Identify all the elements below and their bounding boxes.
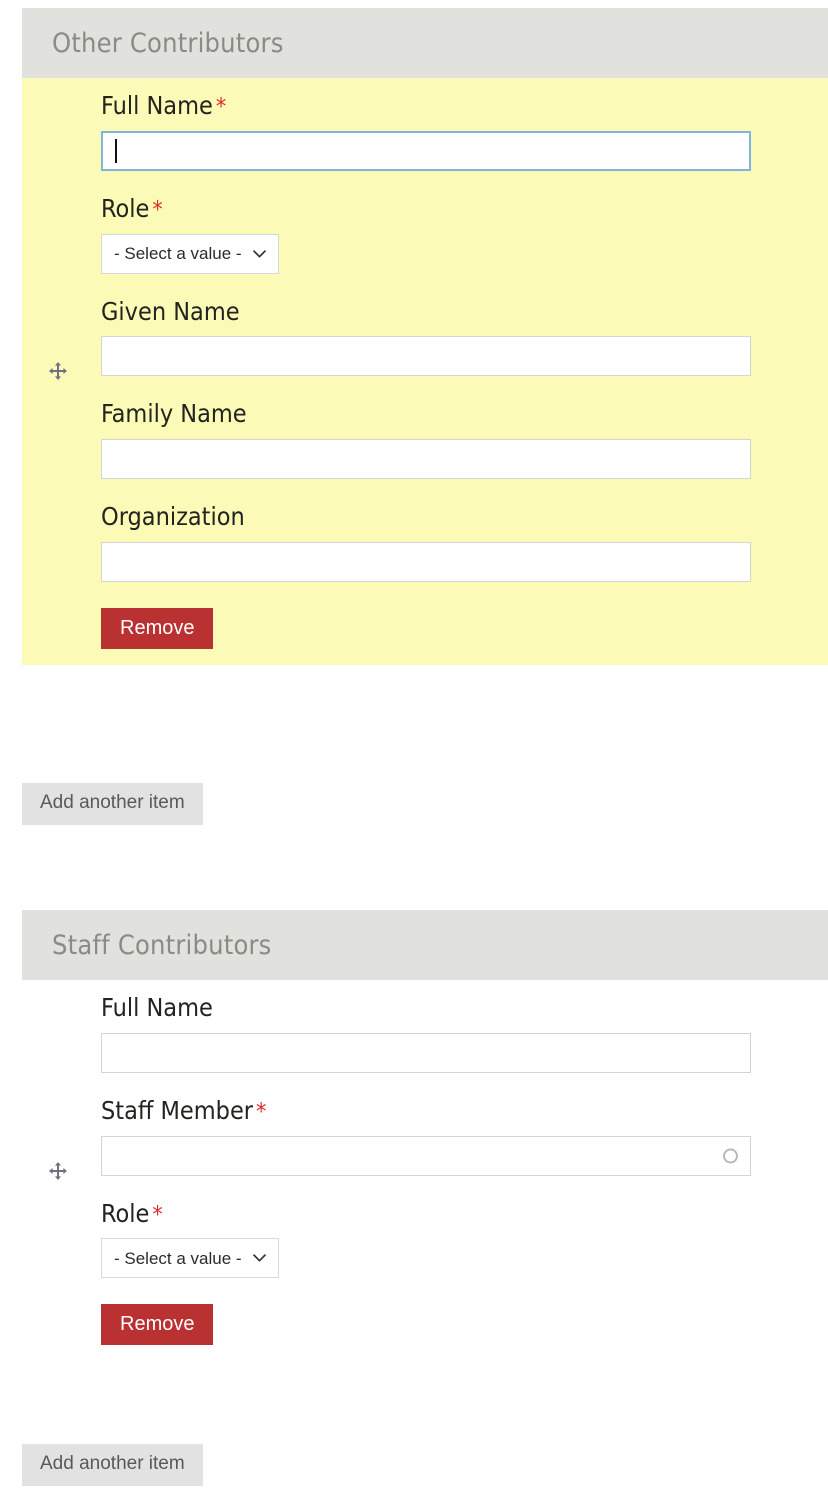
- drag-cell: [22, 78, 101, 665]
- label-staff-full-name: Full Name: [101, 992, 751, 1024]
- remove-button[interactable]: Remove: [101, 1304, 214, 1346]
- staff-member-autocomplete-input[interactable]: [101, 1135, 751, 1176]
- label-text: Organization: [101, 502, 245, 531]
- add-another-item-button-other-contributors[interactable]: Add another item: [22, 783, 203, 825]
- group-header-staff-contributors: Staff Contributors: [22, 910, 828, 980]
- staff-full-name-input[interactable]: [101, 1032, 751, 1073]
- form-item-role: Role * - Select a value -: [101, 193, 751, 274]
- fields-cell: Full Name * Role * - Select a value - Gi…: [101, 78, 828, 665]
- label-text: Role: [101, 1198, 150, 1228]
- field-group-staff-contributors: Staff Contributors Full Name Staff Membe…: [22, 910, 828, 1362]
- form-item-given-name: Given Name: [101, 296, 751, 377]
- move-handle-icon[interactable]: [48, 1161, 68, 1181]
- role-select[interactable]: - Select a value -: [101, 233, 279, 274]
- form-item-staff-member: Staff Member *: [101, 1095, 751, 1176]
- staff-contributor-item-row: Full Name Staff Member * Role * - Select a…: [22, 980, 828, 1362]
- move-handle-icon[interactable]: [48, 361, 68, 381]
- form-item-full-name: Full Name *: [101, 90, 751, 171]
- label-text: Full Name: [101, 993, 213, 1022]
- form-item-staff-role: Role * - Select a value -: [101, 1198, 751, 1279]
- label-text: Family Name: [101, 399, 247, 429]
- group-header-other-contributors: Other Contributors: [22, 8, 828, 78]
- group-title: Staff Contributors: [52, 929, 272, 961]
- full-name-input-wrap: [101, 130, 751, 171]
- staff-role-select[interactable]: - Select a value -: [101, 1238, 279, 1279]
- required-asterisk: *: [152, 1201, 163, 1228]
- contributor-item-row: Full Name * Role * - Select a value - Gi…: [22, 78, 828, 665]
- label-given-name: Given Name: [101, 296, 751, 328]
- form-item-organization: Organization: [101, 501, 751, 582]
- label-role: Role *: [101, 193, 751, 225]
- form-item-family-name: Family Name: [101, 398, 751, 479]
- label-text: Full Name: [101, 91, 213, 120]
- family-name-input[interactable]: [101, 439, 751, 479]
- required-asterisk: *: [256, 1098, 267, 1125]
- organization-input[interactable]: [101, 541, 751, 582]
- label-text: Role: [101, 193, 150, 223]
- full-name-input[interactable]: [101, 130, 751, 171]
- label-family-name: Family Name: [101, 398, 751, 430]
- role-select-wrap: - Select a value -: [101, 233, 279, 274]
- add-another-item-button-staff-contributors[interactable]: Add another item: [22, 1444, 203, 1486]
- remove-button-wrap: Remove: [101, 607, 751, 649]
- label-full-name: Full Name *: [101, 90, 751, 122]
- label-staff-role: Role *: [101, 1198, 751, 1230]
- staff-role-select-wrap: - Select a value -: [101, 1238, 279, 1279]
- staff-member-input-wrap: [101, 1135, 751, 1176]
- drag-cell: [22, 980, 101, 1361]
- group-title: Other Contributors: [52, 27, 284, 59]
- remove-button[interactable]: Remove: [101, 607, 214, 649]
- given-name-input[interactable]: [101, 336, 751, 377]
- form-item-staff-full-name: Full Name: [101, 992, 751, 1073]
- text-caret: [115, 138, 117, 163]
- label-staff-member: Staff Member *: [101, 1095, 751, 1127]
- required-asterisk: *: [215, 94, 227, 120]
- label-organization: Organization: [101, 501, 751, 533]
- remove-button-wrap: Remove: [101, 1304, 751, 1346]
- fields-cell: Full Name Staff Member * Role * - Select a…: [101, 980, 828, 1361]
- label-text: Given Name: [101, 296, 240, 326]
- label-text: Staff Member: [101, 1095, 254, 1125]
- required-asterisk: *: [152, 196, 163, 223]
- field-group-other-contributors: Other Contributors Full Name * Role * - …: [22, 8, 828, 665]
